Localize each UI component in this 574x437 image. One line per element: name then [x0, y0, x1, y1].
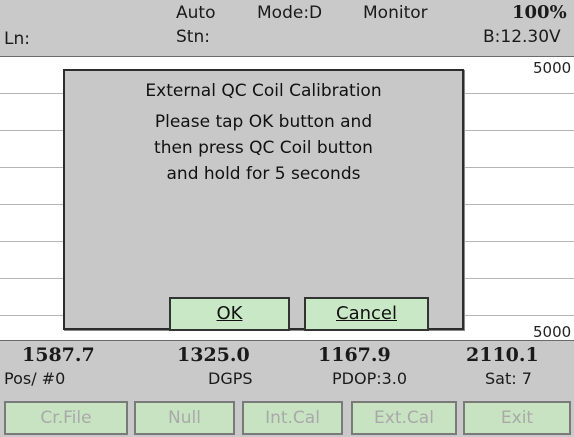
dialog-line-1: Please tap OK button and — [154, 112, 373, 132]
pdop-text: PDOP:3.0 — [332, 369, 408, 388]
null-button[interactable]: Null — [134, 401, 235, 435]
external-calibration-label: Ext.Cal — [374, 408, 434, 428]
readout-value-4: 2110.1 — [466, 344, 539, 366]
plot-bottom-label: 5000 — [533, 323, 572, 341]
grid-line — [464, 315, 574, 316]
grid-line — [0, 278, 70, 279]
internal-calibration-label: Int.Cal — [265, 408, 320, 428]
monitor-text: Monitor — [363, 3, 428, 23]
grid-line — [0, 204, 70, 205]
satellite-count: Sat: 7 — [485, 369, 532, 388]
auto-mode-text: Auto — [176, 3, 216, 23]
ok-button[interactable]: OK — [169, 297, 290, 331]
grid-line — [0, 130, 70, 131]
grid-line — [464, 241, 574, 242]
stn-label: Stn: — [176, 27, 210, 47]
status-bar: Auto Mode:D Monitor 100% Ln: Stn: B:12.3… — [0, 0, 574, 56]
internal-calibration-button[interactable]: Int.Cal — [242, 401, 343, 435]
readout-value-3: 1167.9 — [318, 344, 391, 366]
grid-line — [0, 93, 70, 94]
dialog-line-3: and hold for 5 seconds — [166, 164, 361, 184]
calibration-dialog: External QC Coil Calibration Please tap … — [63, 69, 464, 331]
null-label: Null — [168, 408, 201, 428]
dialog-line-2: then press QC Coil button — [154, 138, 373, 158]
grid-line — [464, 278, 574, 279]
plot-top-label: 5000 — [533, 59, 572, 77]
create-file-button[interactable]: Cr.File — [4, 401, 128, 435]
create-file-label: Cr.File — [40, 408, 92, 428]
exit-label: Exit — [500, 408, 534, 428]
grid-line — [464, 130, 574, 131]
gps-mode-text: DGPS — [208, 369, 253, 388]
readout-value-1: 1587.7 — [22, 344, 95, 366]
cancel-button-label: Cancel — [336, 303, 397, 324]
battery-text: B:12.30V — [483, 27, 561, 47]
grid-line — [0, 167, 70, 168]
ln-label: Ln: — [4, 29, 30, 49]
ok-button-label: OK — [216, 303, 243, 324]
mode-text: Mode:D — [257, 3, 323, 23]
cancel-button[interactable]: Cancel — [304, 297, 429, 331]
exit-button[interactable]: Exit — [463, 401, 571, 435]
grid-line — [464, 204, 574, 205]
readout-value-2: 1325.0 — [177, 344, 250, 366]
percent-text: 100% — [512, 2, 567, 23]
grid-line — [464, 93, 574, 94]
grid-line — [464, 167, 574, 168]
grid-line — [0, 241, 70, 242]
grid-line — [0, 315, 70, 316]
position-text: Pos/ #0 — [4, 369, 66, 388]
dialog-title: External QC Coil Calibration — [145, 81, 382, 101]
external-calibration-button[interactable]: Ext.Cal — [351, 401, 457, 435]
